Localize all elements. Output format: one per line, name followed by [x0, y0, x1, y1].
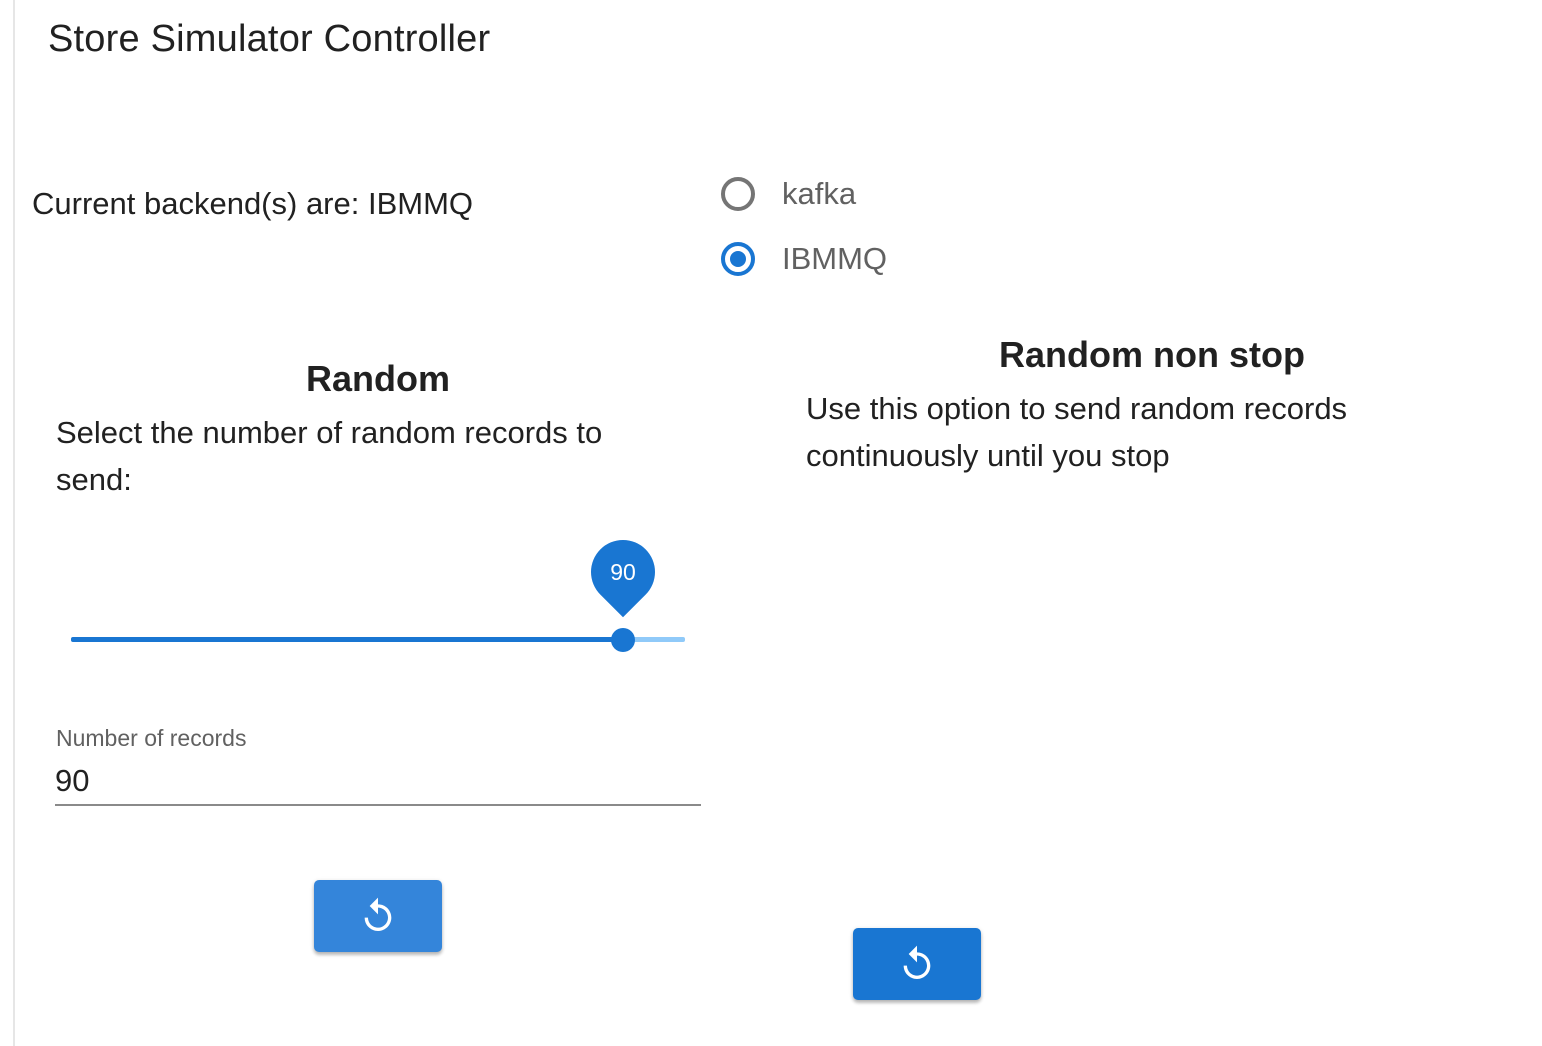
- random-send-button[interactable]: [314, 880, 442, 952]
- slider-thumb[interactable]: [611, 628, 635, 652]
- random-section-description: Select the number of random records to s…: [56, 415, 603, 497]
- radio-unchecked-icon[interactable]: [721, 177, 755, 211]
- nonstop-section-description: Use this option to send random records c…: [806, 391, 1348, 473]
- random-section-title: Random: [306, 358, 450, 399]
- radio-dot: [730, 251, 746, 267]
- radio-option-ibmmq[interactable]: IBMMQ: [721, 241, 887, 277]
- records-field-label: Number of records: [56, 725, 247, 751]
- slider-track-active[interactable]: [71, 637, 623, 642]
- radio-checked-icon[interactable]: [721, 242, 755, 276]
- radio-label-ibmmq: IBMMQ: [782, 241, 888, 276]
- radio-option-kafka[interactable]: kafka: [721, 176, 856, 212]
- records-input[interactable]: [55, 758, 701, 806]
- radio-label-kafka: kafka: [782, 176, 857, 211]
- slider-value-text: 90: [610, 559, 636, 585]
- page-title: Store Simulator Controller: [48, 18, 491, 60]
- page: Store Simulator Controller Current backe…: [0, 0, 1542, 1046]
- left-divider: [13, 0, 15, 1046]
- nonstop-send-button[interactable]: [853, 928, 981, 1000]
- refresh-icon: [364, 897, 392, 931]
- refresh-icon: [903, 945, 931, 979]
- nonstop-section-title: Random non stop: [999, 334, 1305, 375]
- backend-status-text: Current backend(s) are: IBMMQ: [32, 186, 474, 221]
